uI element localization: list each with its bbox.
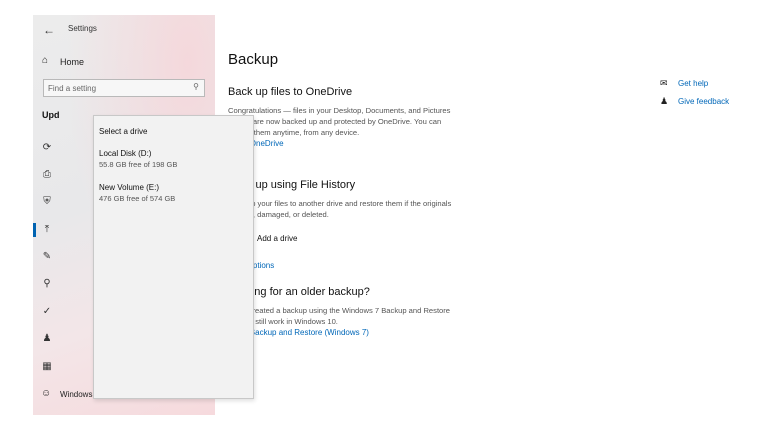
active-indicator [33, 223, 36, 237]
users-icon[interactable]: ♟ [40, 332, 54, 346]
chat-bubble-icon: ✉ [660, 78, 668, 88]
older-backup-line-1: If you created a backup using the Window… [228, 306, 451, 315]
home-label: Home [60, 57, 85, 67]
person-search-icon[interactable]: ⚲ [40, 277, 54, 291]
onedrive-heading: Back up files to OneDrive [228, 86, 353, 98]
title-bar: ← Settings [33, 15, 215, 45]
sync-icon[interactable]: ⟳ [40, 141, 54, 155]
drive-free-space: 476 GB free of 574 GB [99, 194, 176, 203]
wrench-icon[interactable]: ✎ [40, 250, 54, 264]
drive-option-d[interactable]: Local Disk (D:) 55.8 GB free of 198 GB [99, 149, 249, 175]
file-history-line-1: Back up your files to another drive and … [228, 199, 452, 208]
older-backup-line-2: tool, it'll still work in Windows 10. [228, 317, 338, 326]
give-feedback-label: Give feedback [678, 97, 730, 106]
get-help-link[interactable]: ✉ Get help [660, 77, 745, 91]
sidebar-item-home[interactable]: ⌂ Home [33, 51, 215, 73]
get-help-label: Get help [678, 79, 709, 88]
give-feedback-link[interactable]: ♟ Give feedback [660, 95, 745, 109]
onedrive-line-2: folders are now backed up and protected … [228, 117, 442, 126]
drive-name: New Volume (E:) [99, 183, 160, 192]
section-heading: Upd [42, 110, 60, 120]
file-history-description: Back up your files to another drive and … [228, 198, 493, 220]
bar-chart-icon[interactable]: ▦ [40, 360, 54, 374]
select-drive-flyout: Select a drive Local Disk (D:) 55.8 GB f… [93, 115, 254, 399]
back-arrow-icon[interactable]: ← [39, 20, 59, 40]
page-title: Backup [228, 51, 279, 68]
main-content: Backup Back up files to OneDrive Congrat… [228, 15, 658, 415]
backup-icon[interactable]: ⤒ [40, 223, 54, 237]
search-input[interactable] [48, 81, 184, 95]
printer-icon[interactable]: ⎙ [40, 168, 54, 182]
shield-icon[interactable]: ⛨ [40, 195, 54, 209]
onedrive-description: Congratulations — files in your Desktop,… [228, 105, 493, 138]
onedrive-line-3: access them anytime, from any device. [228, 128, 360, 137]
search-box[interactable]: ⚲ [43, 79, 205, 97]
drive-name: Local Disk (D:) [99, 149, 152, 158]
drive-option-e[interactable]: New Volume (E:) 476 GB free of 574 GB [99, 183, 249, 209]
insider-icon: ☺ [41, 388, 52, 399]
check-circle-icon[interactable]: ✓ [40, 305, 54, 319]
home-icon: ⌂ [42, 55, 49, 66]
search-icon[interactable]: ⚲ [193, 82, 199, 91]
drive-free-space: 55.8 GB free of 198 GB [99, 160, 178, 169]
settings-window: ← Settings ⌂ Home ⚲ Upd ⟳ ⎙ ⛨ ⤒ ✎ ⚲ ✓ ♟ … [33, 15, 745, 415]
feedback-person-icon: ♟ [660, 96, 669, 106]
onedrive-line-1: Congratulations — files in your Desktop,… [228, 106, 451, 115]
add-drive-label: Add a drive [257, 234, 298, 243]
app-title: Settings [68, 24, 97, 33]
flyout-title: Select a drive [99, 127, 148, 136]
file-history-line-2: are lost, damaged, or deleted. [228, 210, 329, 219]
older-backup-description: If you created a backup using the Window… [228, 305, 493, 327]
